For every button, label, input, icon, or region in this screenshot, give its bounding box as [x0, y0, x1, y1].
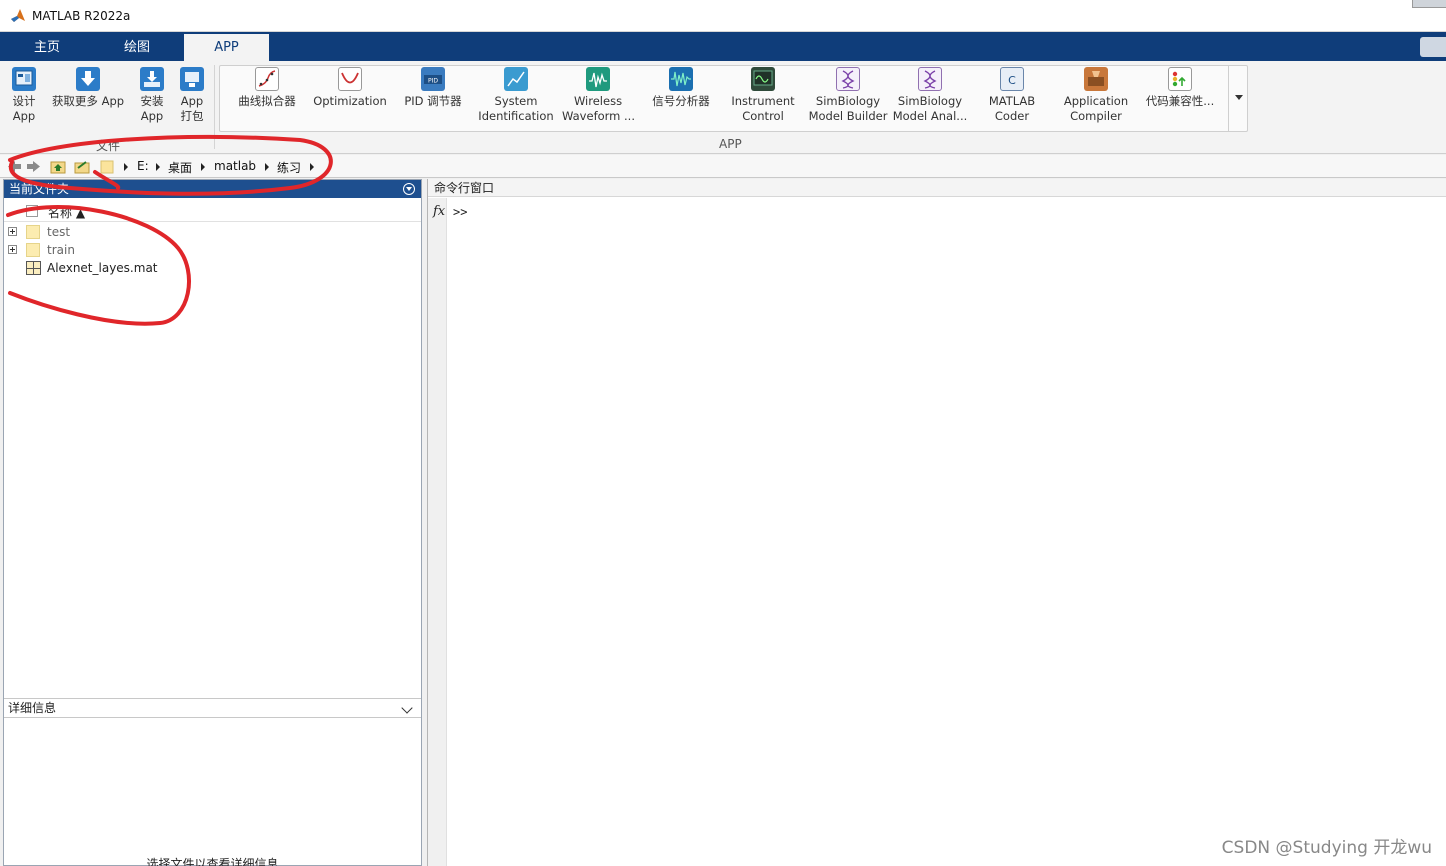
- crumb-matlab[interactable]: matlab: [214, 159, 256, 173]
- command-gutter: [428, 198, 447, 866]
- ribbon-separator: [214, 65, 215, 149]
- matlab-coder-icon: C: [1000, 67, 1024, 91]
- command-window-header: 命令行窗口: [428, 179, 1446, 197]
- expand-icon[interactable]: [8, 227, 17, 236]
- crumb-separator: [124, 163, 128, 171]
- chevron-down-icon[interactable]: [401, 702, 413, 714]
- quick-access-toolbar[interactable]: [1420, 37, 1446, 57]
- name-column-label[interactable]: 名称 ▲: [48, 204, 85, 221]
- design-app-button[interactable]: 设计 App: [7, 67, 41, 124]
- system-identification-icon: [504, 67, 528, 91]
- file-row-test[interactable]: test: [4, 223, 421, 241]
- simbiology-builder-icon: [836, 67, 860, 91]
- folder-icon: [26, 225, 40, 239]
- wireless-waveform-icon: [586, 67, 610, 91]
- application-compiler-icon: [1084, 67, 1108, 91]
- command-window[interactable]: 命令行窗口 fx >>: [427, 179, 1446, 866]
- crumb-drive[interactable]: E:: [137, 159, 149, 173]
- expand-gallery-button[interactable]: [1228, 65, 1248, 132]
- crumb-separator: [201, 163, 205, 171]
- file-row-alexnet-mat[interactable]: Alexnet_layes.mat: [4, 259, 421, 277]
- function-browser-icon[interactable]: fx: [433, 204, 445, 219]
- file-section-label: 文件: [96, 139, 121, 153]
- folder-icon: [100, 160, 114, 174]
- command-window-title: 命令行窗口: [434, 181, 495, 195]
- app-section-label: APP: [719, 137, 742, 151]
- curve-fitter-icon: [255, 67, 279, 91]
- file-row-train[interactable]: train: [4, 241, 421, 259]
- expand-icon[interactable]: [8, 245, 17, 254]
- crumb-separator: [310, 163, 314, 171]
- crumb-desktop[interactable]: 桌面: [168, 159, 192, 176]
- package-app-button[interactable]: App 打包: [176, 67, 208, 124]
- details-hint: 选择文件以查看详细信息: [146, 857, 279, 866]
- design-app-icon: [12, 67, 36, 91]
- svg-text:PID: PID: [428, 78, 438, 85]
- app-matlab-coder[interactable]: C MATLAB Coder: [982, 67, 1042, 124]
- panel-menu-icon[interactable]: [403, 183, 415, 195]
- app-simbiology-model-analyzer[interactable]: SimBiology Model Anal...: [892, 67, 968, 124]
- forward-icon[interactable]: [26, 159, 42, 174]
- watermark: CSDN @Studying 开龙wu: [1221, 838, 1432, 858]
- app-instrument-control[interactable]: Instrument Control: [728, 67, 798, 124]
- code-compatibility-icon: [1168, 67, 1192, 91]
- current-folder-header: 当前文件夹: [4, 180, 421, 198]
- install-app-icon: [140, 67, 164, 91]
- ribbon-tabstrip: 主页 绘图 APP: [0, 32, 1446, 61]
- simbiology-analyzer-icon: [918, 67, 942, 91]
- back-icon[interactable]: [6, 159, 22, 174]
- get-more-apps-button[interactable]: 获取更多 App: [48, 67, 128, 109]
- tab-apps[interactable]: APP: [184, 34, 269, 61]
- package-app-icon: [180, 67, 204, 91]
- command-prompt[interactable]: >>: [453, 205, 467, 219]
- optimization-icon: [338, 67, 362, 91]
- app-simbiology-model-builder[interactable]: SimBiology Model Builder: [808, 67, 888, 124]
- browse-folder-icon[interactable]: [74, 159, 90, 174]
- window-control[interactable]: [1412, 0, 1446, 8]
- address-bar: E: 桌面 matlab 练习: [0, 155, 1446, 178]
- window-title: MATLAB R2022a: [32, 9, 131, 23]
- select-all-checkbox[interactable]: [26, 205, 38, 217]
- instrument-control-icon: [751, 67, 775, 91]
- pid-tuner-icon: PID: [421, 67, 445, 91]
- current-folder-panel: 当前文件夹 名称 ▲ test train Alexnet_layes.mat …: [3, 179, 422, 866]
- install-app-button[interactable]: 安装 App: [136, 67, 168, 124]
- title-bar: MATLAB R2022a: [0, 0, 1446, 32]
- ribbon: 设计 App 获取更多 App 安装 App App 打包 文件 曲线拟合器 O…: [0, 61, 1446, 154]
- app-application-compiler[interactable]: Application Compiler: [1058, 67, 1134, 124]
- crumb-separator: [265, 163, 269, 171]
- signal-analyzer-icon: [669, 67, 693, 91]
- app-optimization[interactable]: Optimization: [312, 67, 388, 109]
- crumb-separator: [156, 163, 160, 171]
- app-signal-analyzer[interactable]: 信号分析器: [648, 67, 714, 109]
- app-pid-tuner[interactable]: PID PID 调节器: [398, 67, 468, 109]
- app-code-compatibility[interactable]: 代码兼容性...: [1142, 67, 1218, 109]
- app-system-identification[interactable]: System Identification: [478, 67, 554, 124]
- matlab-logo-icon: [11, 9, 25, 22]
- svg-text:C: C: [1008, 74, 1016, 87]
- tab-plots[interactable]: 绘图: [102, 34, 172, 61]
- column-header[interactable]: 名称 ▲: [4, 199, 421, 222]
- details-header[interactable]: 详细信息: [4, 698, 421, 718]
- get-more-apps-icon: [76, 67, 100, 91]
- mat-file-icon: [26, 261, 41, 275]
- app-wireless-waveform[interactable]: Wireless Waveform ...: [562, 67, 635, 124]
- folder-icon: [26, 243, 40, 257]
- current-folder-title: 当前文件夹: [9, 182, 70, 196]
- details-title: 详细信息: [8, 701, 57, 715]
- app-curve-fitter[interactable]: 曲线拟合器: [230, 67, 304, 109]
- up-folder-icon[interactable]: [50, 159, 66, 174]
- crumb-practice[interactable]: 练习: [277, 159, 301, 176]
- tab-home[interactable]: 主页: [14, 34, 80, 61]
